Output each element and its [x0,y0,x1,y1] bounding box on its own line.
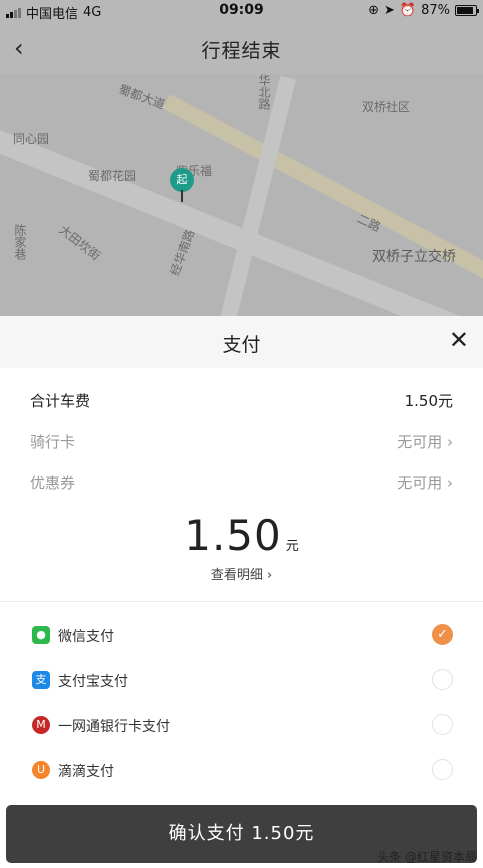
alipay-icon: 支 [32,671,50,689]
fee-rows: 合计车费 1.50元 骑行卡 无可用 › 优惠券 无可用 › [0,384,483,507]
fee-row-coupon[interactable]: 优惠券 无可用 › [0,466,483,507]
map-view[interactable]: 蜀都大道 华北路 双桥社区 同心园 紫乐福 蜀都花园 陈家巷 大田坎街 经华南路… [0,74,483,316]
map-label: 双桥社区 [362,100,411,114]
top-area: 中国电信 4G 09:09 ⊕ ➤ ⏰ 87% ‹ 行程结束 蜀都大道 华北路 … [0,0,483,316]
fee-row-total: 合计车费 1.50元 [0,384,483,425]
fee-row-ride-card[interactable]: 骑行卡 无可用 › [0,425,483,466]
map-label: 双桥子立交桥 [372,249,456,265]
map-label: 同心园 [13,132,50,146]
fee-value: 1.50元 [404,392,453,410]
map-label: 经华南路 [167,227,198,278]
ride-card-label: 骑行卡 [30,433,76,451]
lock-rotation-icon: ⊕ [368,3,379,18]
payment-option-alipay[interactable]: 支 支付宝支付 [0,661,483,706]
battery-percent: 87% [421,3,450,18]
payment-sheet: 支付 ✕ 合计车费 1.50元 骑行卡 无可用 › 优惠券 无可用 › 1.50… [0,316,483,868]
map-label: 陈家巷 [13,224,27,260]
cmb-bank-icon: M [32,716,50,734]
sheet-header: 支付 ✕ [0,316,483,368]
amount-number: 1.50 [184,511,282,560]
map-road [219,75,297,316]
payment-name: 微信支付 [58,629,114,645]
radio-unchecked-icon[interactable] [432,714,453,735]
start-pin-icon: 起 [170,168,194,192]
page-title: 行程结束 [201,40,282,62]
payment-option-cmb[interactable]: M 一网通银行卡支付 [0,706,483,751]
coupon-label: 优惠券 [30,474,76,492]
payment-name: 支付宝支付 [58,674,128,690]
payment-methods: ● 微信支付 ✓ 支 支付宝支付 M 一网通银行卡支付 U 滴滴支付 [0,616,483,796]
watermark: 头条 @红星资本局 [377,850,477,864]
divider [0,601,483,602]
status-bar: 中国电信 4G 09:09 ⊕ ➤ ⏰ 87% [0,0,483,22]
didi-pay-icon: U [32,761,50,779]
close-icon[interactable]: ✕ [449,326,469,354]
payment-name: 一网通银行卡支付 [58,719,170,735]
ride-card-value[interactable]: 无可用 › [397,431,453,452]
map-label: 大田坎街 [56,222,103,264]
amount-display: 1.50 元 [0,511,483,560]
payment-option-didi[interactable]: U 滴滴支付 [0,751,483,796]
map-label: 蜀都大道 [116,82,167,112]
coupon-value[interactable]: 无可用 › [397,472,453,493]
radio-unchecked-icon[interactable] [432,669,453,690]
fee-label: 合计车费 [30,392,91,410]
wechat-pay-icon: ● [32,626,50,644]
nav-bar: ‹ 行程结束 [0,22,483,74]
amount-unit: 元 [285,539,299,554]
location-icon: ➤ [384,3,395,18]
radio-checked-icon[interactable]: ✓ [432,624,453,645]
battery-icon [455,5,479,16]
payment-option-wechat[interactable]: ● 微信支付 ✓ [0,616,483,661]
view-detail-link[interactable]: 查看明细 › [0,564,483,583]
sheet-title: 支付 [222,334,261,356]
pin-stem [181,190,183,202]
alarm-icon: ⏰ [399,3,417,18]
map-label: 华北路 [257,74,271,110]
radio-unchecked-icon[interactable] [432,759,453,780]
map-label: 蜀都花园 [88,169,137,183]
payment-name: 滴滴支付 [58,764,114,780]
